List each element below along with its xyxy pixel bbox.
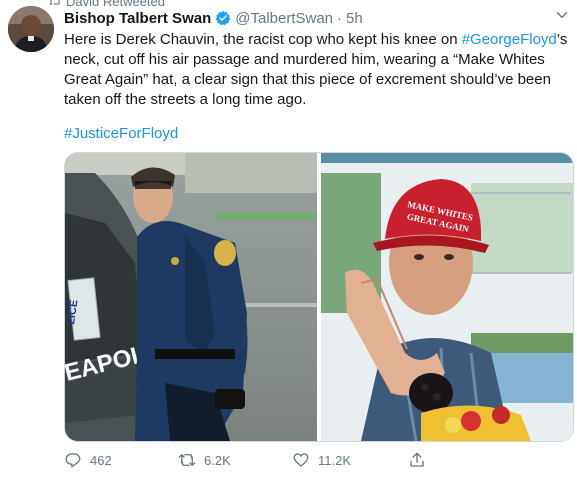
hashtag-justice-for-floyd[interactable]: #JusticeForFloyd <box>64 125 178 142</box>
retweet-button[interactable]: 6.2K <box>178 448 292 472</box>
tweet-actions: 462 6.2K 11.2K <box>64 448 494 472</box>
avatar-photo <box>8 6 54 52</box>
like-count: 11.2K <box>318 452 352 468</box>
reply-button[interactable]: 462 <box>64 448 178 472</box>
share-icon <box>410 452 424 467</box>
separator-dot: · <box>337 9 343 27</box>
author-avatar[interactable] <box>8 6 54 52</box>
tweet-text-part-1: Here is Derek Chauvin, the racist cop wh… <box>64 31 462 48</box>
tweet-header: Bishop Talbert Swan @TalbertSwan · 5h <box>64 8 363 28</box>
verified-badge-icon <box>215 11 231 26</box>
photo-man-red-hat: MAKE WHITES GREAT AGAIN <box>321 153 573 441</box>
like-button[interactable]: 11.2K <box>292 448 408 472</box>
retweet-action-icon <box>178 454 196 466</box>
author-handle[interactable]: @TalbertSwan <box>235 10 333 27</box>
reply-count: 462 <box>90 452 112 468</box>
tweet-text: Here is Derek Chauvin, the racist cop wh… <box>64 30 569 110</box>
author-name[interactable]: Bishop Talbert Swan <box>64 10 211 27</box>
photo-officer-by-car: EAPOLIS LICE <box>65 153 317 441</box>
tweet-timestamp[interactable]: 5h <box>346 10 363 27</box>
media-photo-left[interactable]: EAPOLIS LICE <box>65 153 317 441</box>
hashtag-george-floyd[interactable]: #GeorgeFloyd <box>462 31 557 48</box>
like-icon <box>293 453 309 467</box>
share-button[interactable] <box>408 448 448 472</box>
retweet-count: 6.2K <box>204 452 231 468</box>
caret-down-icon[interactable] <box>553 6 571 24</box>
retweet-context-icon <box>49 0 60 6</box>
tweet-media: EAPOLIS LICE MAKE WHITES GREAT AGAIN <box>64 152 574 442</box>
media-photo-right[interactable]: MAKE WHITES GREAT AGAIN <box>321 153 573 441</box>
reply-icon <box>65 453 81 468</box>
